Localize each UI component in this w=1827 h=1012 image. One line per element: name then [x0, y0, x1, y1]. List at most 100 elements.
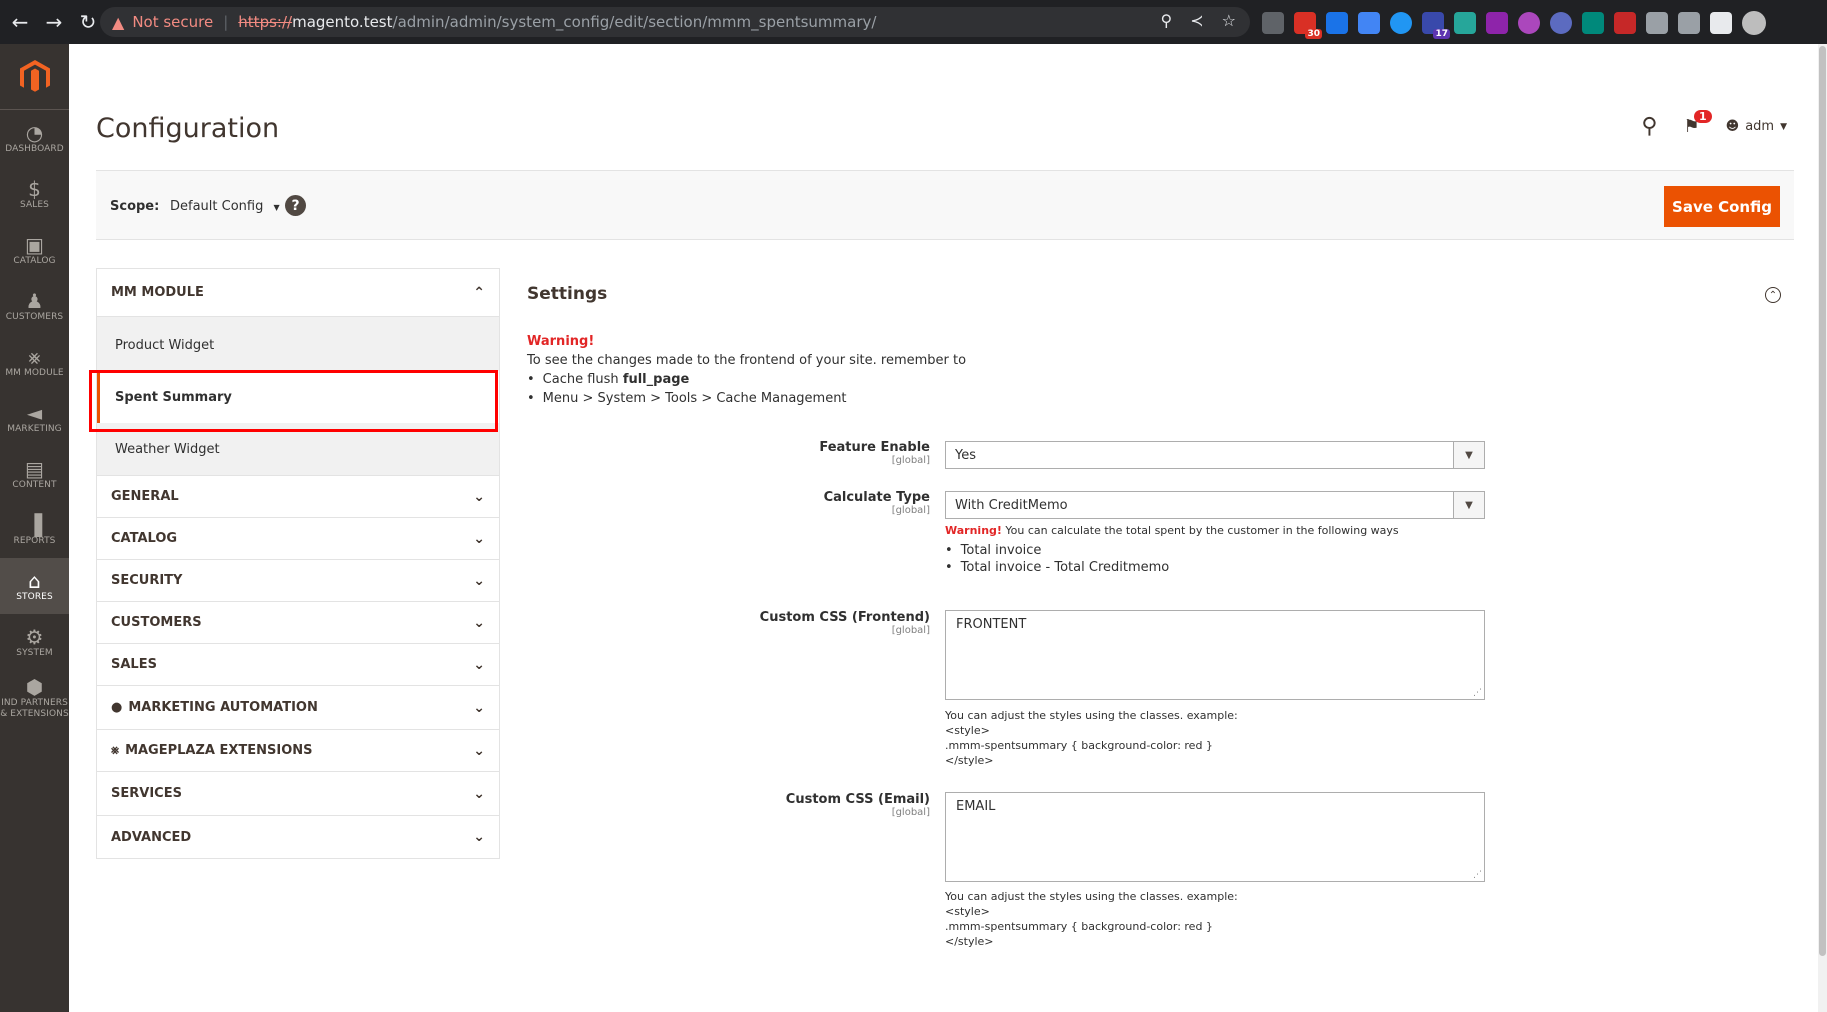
tab-customers[interactable]: CUSTOMERS ⌄	[97, 602, 499, 644]
collapse-icon[interactable]: ⌃	[1765, 287, 1781, 303]
magento-logo[interactable]	[0, 44, 69, 110]
tab-label: CUSTOMERS	[111, 615, 202, 630]
tab-mm-module[interactable]: MM MODULE ⌃	[97, 269, 499, 317]
address-bar[interactable]: ▲ Not secure | https:// magento.test /ad…	[100, 7, 1250, 37]
select-value: With CreditMemo	[955, 497, 1068, 513]
sidebar-item-content[interactable]: ▤ CONTENT	[0, 446, 69, 502]
tab-label: MM MODULE	[111, 285, 204, 300]
sidebar-item-customers[interactable]: ♟ CUSTOMERS	[0, 278, 69, 334]
sidebar-item-marketing[interactable]: ◄ MARKETING	[0, 390, 69, 446]
translate-extension-icon[interactable]	[1358, 12, 1380, 34]
extension-icon[interactable]	[1326, 12, 1348, 34]
star-icon[interactable]: ☆	[1222, 11, 1236, 30]
browser-toolbar: ← → ↻ ▲ Not secure | https:// magento.te…	[0, 0, 1827, 44]
share-icon[interactable]: ≺	[1190, 11, 1203, 30]
tab-services[interactable]: SERVICES ⌄	[97, 772, 499, 816]
extension-icon[interactable]	[1518, 12, 1540, 34]
tab-label-wrap: CATALOG	[111, 531, 177, 546]
sidebar-item-catalog[interactable]: ▣ CATALOG	[0, 222, 69, 278]
back-arrow-icon[interactable]: ←	[6, 8, 34, 36]
caret-down-icon: ▼	[1780, 121, 1787, 132]
extension-icon[interactable]	[1262, 12, 1284, 34]
reading-list-icon[interactable]	[1678, 12, 1700, 34]
custom-css-frontend-textarea[interactable]: FRONTENT ⋰	[945, 610, 1485, 700]
chevron-down-icon: ⌄	[473, 488, 485, 505]
calculate-type-select[interactable]: With CreditMemo ▼	[945, 491, 1485, 519]
scope-tag: [global]	[891, 807, 930, 818]
tab-label-wrap: SECURITY	[111, 573, 182, 588]
tab-label: ADVANCED	[111, 829, 192, 845]
person-icon: ♟	[25, 288, 44, 313]
tab-catalog[interactable]: CATALOG ⌄	[97, 518, 499, 560]
extension-icon[interactable]	[1486, 12, 1508, 34]
content-icon: ▤	[25, 456, 44, 481]
save-config-button[interactable]: Save Config	[1664, 186, 1780, 227]
tab-general[interactable]: GENERAL ⌄	[97, 476, 499, 518]
scope-switcher[interactable]: Default Config ▼	[170, 199, 280, 214]
help-icon[interactable]: ?	[285, 195, 306, 216]
scope-value: Default Config	[170, 199, 264, 214]
settings-section-title[interactable]: Settings	[527, 284, 607, 304]
extension-icon[interactable]: 17	[1422, 12, 1450, 39]
sidebar-item-label: CATALOG	[13, 255, 56, 266]
tab-advanced[interactable]: ADVANCED ⌄	[97, 816, 499, 858]
profile-avatar[interactable]	[1742, 11, 1766, 35]
sidebar-item-label: CUSTOMERS	[5, 311, 64, 322]
tab-sales[interactable]: SALES ⌄	[97, 644, 499, 686]
mail-extension-icon[interactable]: 30	[1294, 12, 1322, 39]
sidebar-item-reports[interactable]: ▐ REPORTS	[0, 502, 69, 558]
tab-label-wrap: ● MARKETING AUTOMATION	[111, 700, 318, 715]
extension-icon[interactable]	[1390, 12, 1412, 34]
mm-module-icon: ⨳	[28, 344, 41, 369]
sidebar-item-dashboard[interactable]: ◔ DASHBOARD	[0, 110, 69, 166]
chevron-down-icon: ⌄	[473, 785, 485, 802]
forward-arrow-icon[interactable]: →	[40, 8, 68, 36]
url-scheme: https://	[238, 13, 293, 31]
extension-icon[interactable]	[1550, 12, 1572, 34]
tab-mageplaza-extensions[interactable]: ⨳ MAGEPLAZA EXTENSIONS ⌄	[97, 730, 499, 772]
custom-css-email-label: Custom CSS (Email) [global]	[680, 792, 930, 818]
extension-icon[interactable]	[1614, 12, 1636, 34]
tab-security[interactable]: SECURITY ⌄	[97, 560, 499, 602]
warning-title: Warning!	[527, 334, 595, 349]
reload-icon[interactable]: ↻	[74, 8, 102, 36]
puzzle-icon[interactable]	[1646, 12, 1668, 34]
page-scrollbar[interactable]	[1818, 44, 1827, 1012]
scrollbar-thumb[interactable]	[1819, 46, 1826, 956]
note-warning: Warning!	[945, 524, 1002, 537]
chevron-down-icon: ⌄	[473, 829, 485, 845]
side-panel-icon[interactable]	[1710, 12, 1732, 34]
extension-icon[interactable]	[1454, 12, 1476, 34]
tab-label: SALES	[111, 657, 157, 672]
header-actions: ⚲ ⚑ 1 ☻ adm ▼	[1641, 110, 1787, 139]
resize-grip-icon[interactable]: ⋰	[1473, 870, 1482, 880]
resize-grip-icon[interactable]: ⋰	[1473, 688, 1482, 698]
notification-count: 1	[1693, 110, 1712, 123]
tab-label-wrap: SERVICES	[111, 786, 182, 801]
extension-icon[interactable]	[1582, 12, 1604, 34]
zoom-icon[interactable]: ⚲	[1161, 11, 1173, 30]
sidebar-item-stores[interactable]: ⌂ STORES	[0, 558, 69, 614]
tab-label-wrap: CUSTOMERS	[111, 615, 202, 630]
warning-item: Cache flush full_page	[527, 370, 966, 389]
dropdown-arrow-icon: ▼	[1453, 442, 1484, 468]
mm-module-list: Product Widget Spent Summary Weather Wid…	[97, 317, 499, 476]
search-icon[interactable]: ⚲	[1641, 114, 1657, 139]
security-label: Not secure	[132, 13, 214, 31]
textarea-value: FRONTENT	[956, 617, 1027, 632]
sidebar-item-mm-module[interactable]: ⨳ MM MODULE	[0, 334, 69, 390]
sidebar-item-system[interactable]: ⚙ SYSTEM	[0, 614, 69, 670]
tab-item-weather-widget[interactable]: Weather Widget	[97, 423, 499, 475]
sidebar-item-ind-partners-extensions[interactable]: ⬢ IND PARTNERS & EXTENSIONS	[0, 670, 69, 726]
tab-item-spent-summary[interactable]: Spent Summary	[97, 371, 499, 423]
tab-marketing-automation[interactable]: ● MARKETING AUTOMATION ⌄	[97, 686, 499, 730]
sidebar-item-sales[interactable]: $ SALES	[0, 166, 69, 222]
dropdown-arrow-icon: ▼	[1453, 492, 1484, 518]
megaphone-icon: ◄	[26, 400, 43, 425]
custom-css-email-textarea[interactable]: EMAIL ⋰	[945, 792, 1485, 882]
feature-enable-label: Feature Enable [global]	[680, 440, 930, 466]
notifications-bell[interactable]: ⚑ 1	[1683, 110, 1712, 137]
tab-item-product-widget[interactable]: Product Widget	[97, 319, 499, 371]
user-menu[interactable]: ☻ adm ▼	[1726, 119, 1787, 134]
feature-enable-select[interactable]: Yes ▼	[945, 441, 1485, 469]
